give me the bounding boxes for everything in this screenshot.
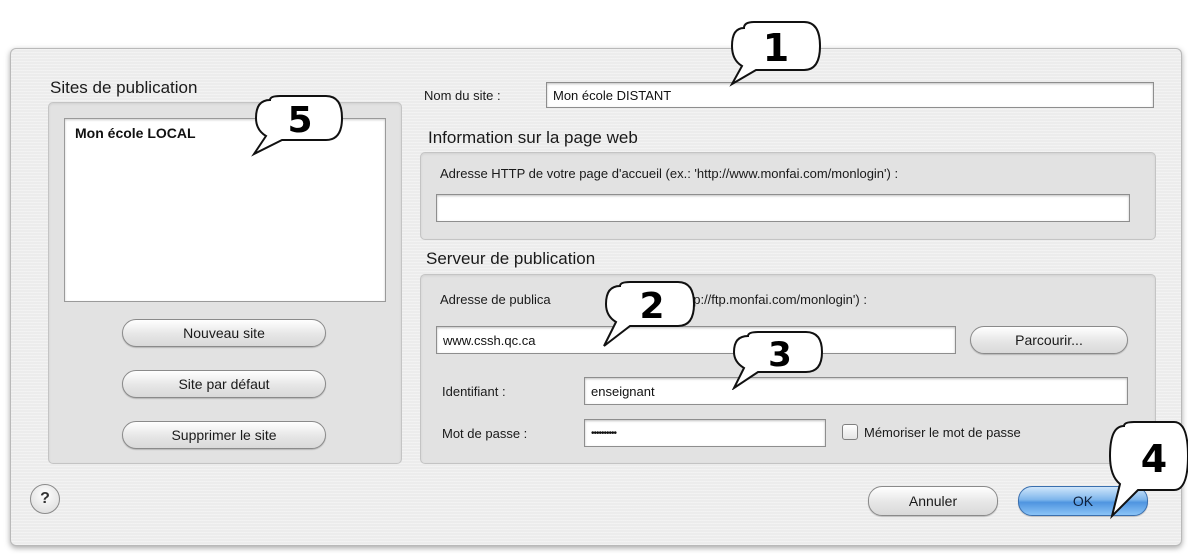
- cancel-button[interactable]: Annuler: [868, 486, 998, 516]
- callout-bubble-4: 4: [1108, 421, 1188, 520]
- http-address-field[interactable]: [436, 194, 1130, 222]
- username-field[interactable]: enseignant: [584, 377, 1128, 405]
- password-label: Mot de passe :: [442, 426, 528, 441]
- sites-section-title: Sites de publication: [50, 78, 198, 97]
- publish-address-label-end: ftp://ftp.monfai.com/monlogin') :: [686, 292, 867, 307]
- remember-password-label[interactable]: Mémoriser le mot de passe: [864, 425, 1021, 440]
- webpage-info-title: Information sur la page web: [428, 128, 638, 147]
- browse-button[interactable]: Parcourir...: [970, 326, 1128, 354]
- site-name-label: Nom du site :: [424, 88, 501, 103]
- callout-bubble-2: 2: [603, 281, 696, 347]
- callout-number: 2: [639, 286, 664, 327]
- callout-number: 5: [287, 100, 312, 141]
- site-name-field[interactable]: Mon école DISTANT: [546, 82, 1154, 108]
- callout-number: 1: [763, 26, 789, 70]
- publish-address-label-start: Adresse de publica: [440, 292, 551, 307]
- delete-site-button[interactable]: Supprimer le site: [122, 421, 326, 449]
- callout-number: 4: [1141, 437, 1167, 481]
- callout-bubble-5: 5: [251, 95, 344, 157]
- callout-number: 3: [768, 335, 792, 375]
- http-address-label: Adresse HTTP de votre page d'accueil (ex…: [440, 166, 899, 181]
- password-field[interactable]: ••••••••••: [584, 419, 826, 447]
- callout-bubble-1: 1: [729, 21, 822, 87]
- username-label: Identifiant :: [442, 384, 506, 399]
- new-site-button[interactable]: Nouveau site: [122, 319, 326, 347]
- help-button[interactable]: ?: [30, 484, 60, 514]
- list-item[interactable]: Mon école LOCAL: [75, 125, 196, 141]
- publish-server-title: Serveur de publication: [426, 249, 596, 268]
- remember-password-checkbox[interactable]: [842, 424, 858, 440]
- default-site-button[interactable]: Site par défaut: [122, 370, 326, 398]
- callout-bubble-3: 3: [731, 331, 824, 390]
